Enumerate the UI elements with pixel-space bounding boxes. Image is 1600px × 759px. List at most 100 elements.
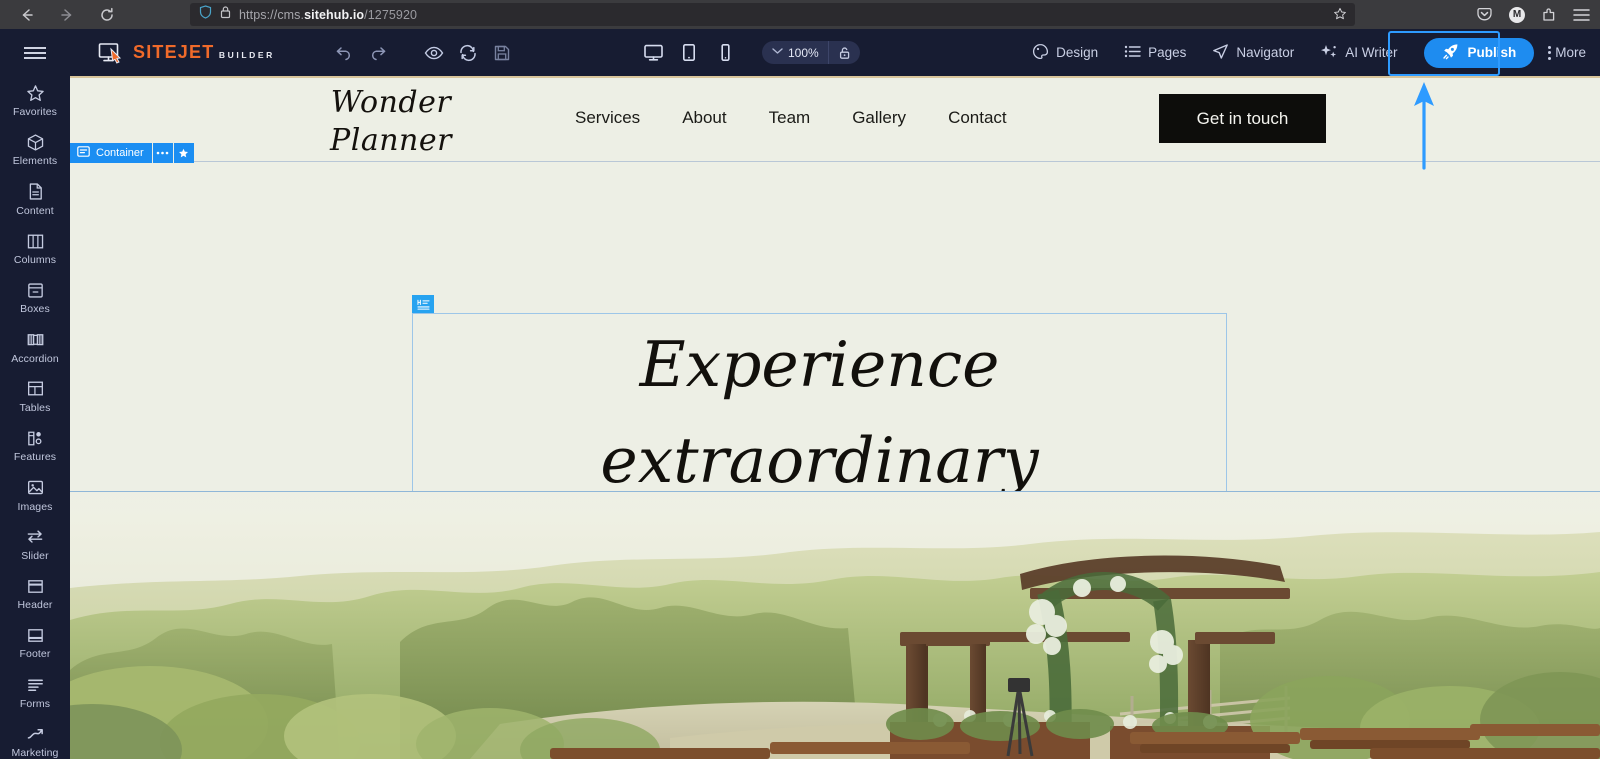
ai-writer-button[interactable]: AI Writer [1307, 29, 1410, 76]
site-header: Wonder Planner Services About Team Galle… [70, 78, 1600, 161]
monitor-icon[interactable] [640, 40, 666, 66]
sidebar-label: Slider [21, 549, 49, 562]
paper-plane-icon [1212, 43, 1229, 63]
star-icon [26, 83, 45, 103]
refresh-icon[interactable] [451, 36, 485, 70]
sidebar-item-forms[interactable]: Forms [0, 668, 70, 717]
pages-button[interactable]: Pages [1111, 29, 1199, 76]
url-host: sitehub.io [304, 7, 365, 22]
browser-toolbar-right: M [1476, 0, 1590, 29]
browser-toolbar: https://cms.sitehub.io/1275920 M [0, 0, 1600, 29]
sidebar-item-favorites[interactable]: Favorites [0, 76, 70, 125]
logo-subtitle: BUILDER [218, 50, 275, 60]
shield-icon [199, 5, 212, 24]
reload-icon[interactable] [94, 2, 120, 28]
rocket-icon [1442, 43, 1459, 63]
kebab-menu-icon [1548, 45, 1552, 60]
features-icon [26, 428, 45, 448]
address-bar[interactable]: https://cms.sitehub.io/1275920 [190, 3, 1355, 26]
sidebar-label: Elements [12, 155, 58, 168]
hero-photo[interactable] [70, 492, 1600, 759]
sidebar-item-marketing[interactable]: Marketing [0, 717, 70, 759]
extensions-icon[interactable] [1541, 7, 1557, 23]
forward-arrow-icon[interactable] [54, 2, 80, 28]
nav-link-team[interactable]: Team [769, 108, 811, 128]
url-text: https://cms.sitehub.io/1275920 [239, 8, 417, 22]
brand-line-2: Planner [330, 122, 452, 158]
sitejet-logo[interactable]: SITEJET BUILDER [98, 42, 275, 64]
redo-icon[interactable] [361, 36, 395, 70]
sidebar-item-images[interactable]: Images [0, 470, 70, 519]
site-navigation: Services About Team Gallery Contact [575, 108, 1007, 128]
tablet-icon[interactable] [676, 40, 702, 66]
publish-label: Publish [1467, 45, 1517, 60]
container-more-options-button[interactable] [151, 143, 173, 163]
document-icon [26, 182, 45, 202]
unlock-icon[interactable] [827, 41, 860, 64]
back-arrow-icon[interactable] [14, 2, 40, 28]
bookmark-star-icon[interactable] [1333, 7, 1347, 24]
sidebar-item-slider[interactable]: Slider [0, 520, 70, 569]
sidebar-label: Tables [19, 401, 51, 414]
forms-icon [26, 675, 45, 695]
logo-title: SITEJET [133, 42, 215, 62]
chevron-down-icon[interactable] [762, 47, 788, 58]
container-favorite-button[interactable] [172, 143, 194, 163]
get-in-touch-button[interactable]: Get in touch [1159, 94, 1326, 143]
nav-link-about[interactable]: About [682, 108, 726, 128]
container-badge-label: Container [96, 147, 144, 159]
sidebar-item-columns[interactable]: Columns [0, 224, 70, 273]
sidebar-label: Marketing [11, 747, 59, 759]
brand-line-1: Wonder [330, 85, 452, 120]
save-icon[interactable] [485, 36, 519, 70]
sidebar-label: Footer [19, 648, 51, 661]
box-icon [26, 280, 45, 300]
nav-link-services[interactable]: Services [575, 108, 640, 128]
sidebar-item-content[interactable]: Content [0, 175, 70, 224]
publish-button-wrap: Publish [1410, 37, 1548, 68]
navigator-label: Navigator [1236, 45, 1295, 60]
eye-icon[interactable] [417, 36, 451, 70]
table-icon [26, 379, 45, 399]
sidebar-item-boxes[interactable]: Boxes [0, 273, 70, 322]
sidebar-label: Forms [19, 697, 51, 710]
zoom-control[interactable]: 100% [762, 41, 860, 64]
account-avatar[interactable]: M [1509, 6, 1525, 23]
ai-writer-label: AI Writer [1345, 45, 1398, 60]
undo-icon[interactable] [327, 36, 361, 70]
sidebar-item-header[interactable]: Header [0, 569, 70, 618]
site-brand: Wonder Planner [306, 84, 476, 159]
sidebar-label: Features [13, 451, 57, 464]
website-canvas[interactable]: Wonder Planner Services About Team Galle… [70, 76, 1600, 759]
footer-icon [26, 625, 45, 645]
list-icon [1124, 44, 1141, 62]
publish-button[interactable]: Publish [1424, 37, 1535, 68]
navigator-button[interactable]: Navigator [1199, 29, 1307, 76]
padlock-icon [220, 5, 231, 24]
sidebar-item-elements[interactable]: Elements [0, 125, 70, 174]
sidebar-item-accordion[interactable]: Accordion [0, 322, 70, 371]
sidebar-label: Accordion [11, 352, 59, 365]
pocket-icon[interactable] [1476, 6, 1493, 23]
sidebar-item-features[interactable]: Features [0, 421, 70, 470]
hero-section: Experience extraordinary life moments Pl… [70, 162, 1600, 593]
sidebar-item-footer[interactable]: Footer [0, 618, 70, 667]
sidebar-label: Images [17, 500, 53, 513]
more-button[interactable]: More [1548, 45, 1600, 60]
sidebar-label: Favorites [12, 106, 58, 119]
nav-link-contact[interactable]: Contact [948, 108, 1007, 128]
headline-element-badge[interactable] [412, 295, 434, 314]
builder-menu-icon[interactable] [0, 44, 70, 62]
builder-topbar: SITEJET BUILDER 100% Design Pages Naviga… [0, 29, 1600, 76]
builder-sidebar: Favorites Elements Content Columns Boxes… [0, 76, 70, 759]
app-root: https://cms.sitehub.io/1275920 M SITEJET… [0, 0, 1600, 759]
container-badge-main[interactable]: Container [70, 143, 152, 163]
sidebar-item-tables[interactable]: Tables [0, 372, 70, 421]
container-icon [77, 146, 90, 160]
nav-link-gallery[interactable]: Gallery [852, 108, 906, 128]
hamburger-menu-icon[interactable] [1573, 8, 1590, 22]
phone-icon[interactable] [712, 40, 738, 66]
design-button[interactable]: Design [1019, 29, 1111, 76]
device-preview-controls: 100% [640, 29, 860, 76]
headline-element-icon [416, 299, 430, 310]
